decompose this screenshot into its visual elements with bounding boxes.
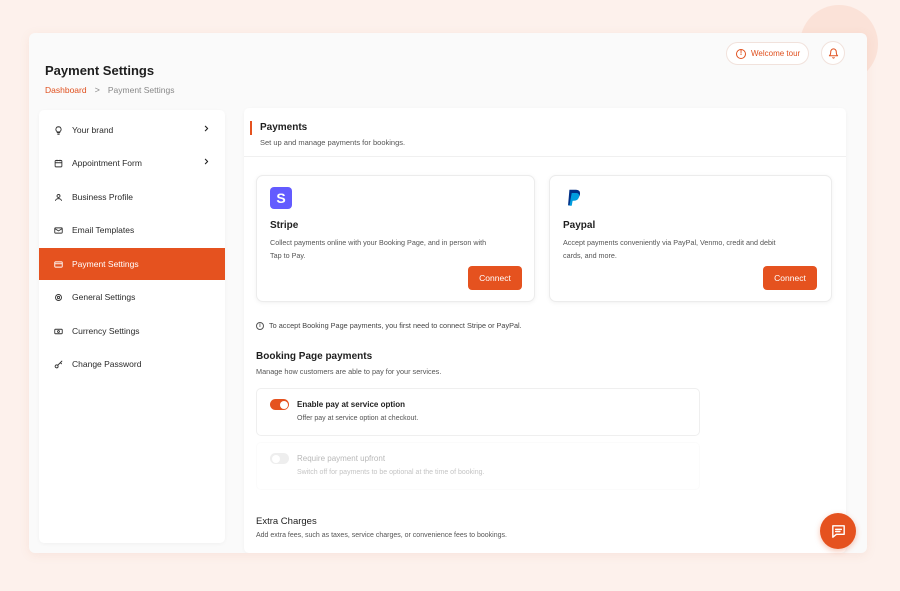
mail-icon: [54, 226, 63, 235]
stripe-connect-button[interactable]: Connect: [468, 266, 522, 290]
provider-description-line: cards, and more.: [563, 250, 617, 260]
chat-icon: [831, 524, 845, 538]
section-accent-bar: [250, 121, 252, 135]
payments-subtitle: Set up and manage payments for bookings.: [260, 138, 406, 147]
extra-charges-subtitle: Add extra fees, such as taxes, service c…: [256, 532, 507, 539]
sidebar-item-label: Appointment Form: [72, 158, 142, 168]
stripe-card: S Stripe Collect payments online with yo…: [256, 175, 535, 302]
welcome-tour-label: Welcome tour: [751, 49, 801, 58]
stripe-logo-letter: S: [276, 190, 286, 206]
card-icon: [54, 260, 63, 269]
info-alert-icon: !: [736, 48, 746, 59]
paypal-card: Paypal Accept payments conveniently via …: [549, 175, 832, 302]
sidebar-item-label: Change Password: [72, 359, 142, 369]
key-icon: [54, 360, 63, 369]
sidebar-item-label: Email Templates: [72, 225, 135, 235]
sidebar-item-label: Business Profile: [72, 192, 133, 202]
breadcrumb: Dashboard > Payment Settings: [45, 85, 174, 95]
payments-note-text: To accept Booking Page payments, you fir…: [269, 321, 522, 330]
provider-name: Stripe: [270, 220, 299, 231]
info-icon: i: [256, 321, 264, 330]
option-require-upfront: Require payment upfront Switch off for p…: [256, 442, 700, 490]
provider-description: Collect payments online with your Bookin…: [270, 237, 486, 262]
pay-at-service-toggle[interactable]: [270, 399, 289, 410]
sidebar-item-change-password[interactable]: Change Password: [39, 348, 225, 380]
option-title: Enable pay at service option: [297, 400, 406, 409]
sidebar-item-label: Currency Settings: [72, 326, 140, 336]
gear-icon: [54, 293, 63, 302]
provider-name: Paypal: [563, 220, 596, 231]
option-pay-at-service: Enable pay at service option Offer pay a…: [256, 388, 700, 436]
bell-icon: [828, 47, 838, 59]
paypal-connect-button[interactable]: Connect: [763, 266, 817, 290]
sidebar-item-general-settings[interactable]: General Settings: [39, 281, 225, 313]
extra-charges-title: Extra Charges: [256, 516, 317, 527]
sidebar-item-label: Your brand: [72, 125, 114, 135]
sidebar-item-payment-settings[interactable]: Payment Settings: [39, 248, 225, 280]
option-subtitle: Offer pay at service option at checkout.: [297, 415, 419, 422]
bulb-icon: [54, 125, 63, 135]
breadcrumb-current: Payment Settings: [107, 85, 175, 95]
currency-icon: [54, 327, 63, 336]
sidebar-item-label: Payment Settings: [72, 259, 139, 269]
calendar-icon: [54, 159, 63, 168]
sidebar-item-label: General Settings: [72, 292, 136, 302]
chevron-right-icon: [204, 125, 209, 132]
require-upfront-toggle[interactable]: [270, 453, 289, 464]
booking-payments-subtitle: Manage how customers are able to pay for…: [256, 367, 442, 376]
provider-description-line: Collect payments online with your Bookin…: [270, 238, 487, 247]
notifications-button[interactable]: [821, 41, 845, 65]
paypal-logo-icon: [563, 187, 585, 209]
option-subtitle: Switch off for payments to be optional a…: [297, 469, 485, 476]
toggle-knob: [271, 454, 280, 463]
page-title: Payment Settings: [45, 63, 155, 78]
breadcrumb-separator-icon: >: [94, 85, 100, 95]
provider-description-line: Tap to Pay.: [270, 250, 306, 260]
option-title: Require payment upfront: [297, 454, 386, 463]
section-divider: [244, 156, 846, 157]
sidebar-item-currency-settings[interactable]: Currency Settings: [39, 315, 225, 347]
sidebar-item-email-templates[interactable]: Email Templates: [39, 214, 225, 246]
payments-title: Payments: [260, 122, 308, 133]
payments-panel: Payments Set up and manage payments for …: [244, 108, 846, 553]
breadcrumb-dashboard-link[interactable]: Dashboard: [45, 85, 87, 95]
welcome-tour-button[interactable]: ! Welcome tour: [726, 42, 809, 65]
stripe-logo-icon: S: [270, 187, 292, 209]
chat-button[interactable]: [820, 513, 856, 549]
user-icon: [54, 193, 63, 202]
provider-description-line: Accept payments conveniently via PayPal,…: [563, 238, 776, 247]
settings-sidebar: Your brand Appointment Form Business Pro…: [39, 110, 225, 543]
booking-payments-title: Booking Page payments: [256, 351, 373, 362]
settings-window: Payment Settings Dashboard > Payment Set…: [29, 33, 867, 553]
sidebar-item-business-profile[interactable]: Business Profile: [39, 181, 225, 213]
chevron-right-icon: [204, 158, 209, 165]
toggle-knob: [279, 400, 288, 409]
sidebar-item-your-brand[interactable]: Your brand: [39, 114, 225, 146]
sidebar-item-appointment-form[interactable]: Appointment Form: [39, 147, 225, 179]
payments-note: i To accept Booking Page payments, you f…: [256, 321, 522, 330]
provider-description: Accept payments conveniently via PayPal,…: [563, 237, 776, 262]
